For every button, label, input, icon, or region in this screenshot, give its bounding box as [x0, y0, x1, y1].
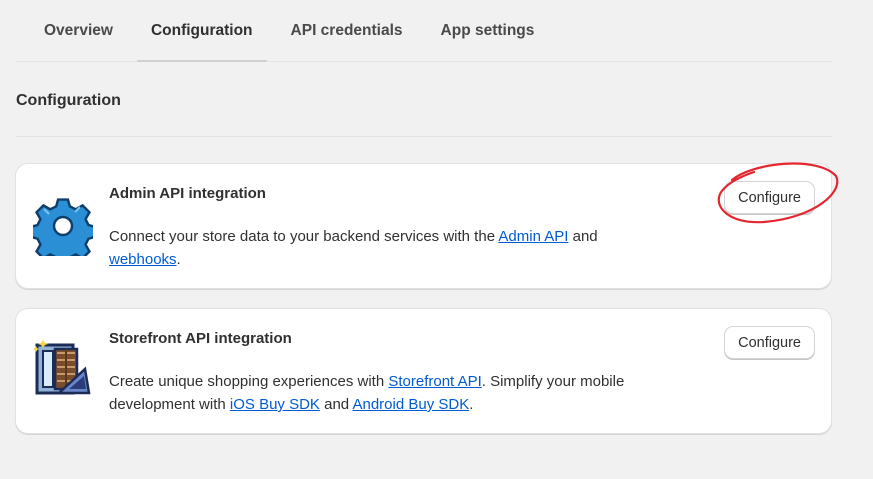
android-buy-sdk-link[interactable]: Android Buy SDK [352, 396, 469, 413]
tab-configuration[interactable]: Configuration [132, 0, 272, 62]
tab-bar: Overview Configuration API credentials A… [16, 0, 832, 62]
admin-api-description: Connect your store data to your backend … [109, 225, 669, 271]
storefront-icon [33, 339, 93, 399]
admin-configure-button[interactable]: Configure [725, 182, 814, 213]
admin-api-link[interactable]: Admin API [498, 228, 568, 245]
tab-app-settings[interactable]: App settings [422, 0, 554, 61]
storefront-api-title: Storefront API integration [109, 330, 292, 347]
gear-icon [29, 196, 97, 266]
tab-overview[interactable]: Overview [16, 0, 132, 61]
section-title: Configuration [16, 92, 121, 109]
tab-api-credentials[interactable]: API credentials [272, 0, 422, 61]
admin-api-card: Admin API integration Connect your store… [16, 164, 831, 288]
storefront-desc-text-3: and [319, 396, 353, 413]
admin-desc-text-2: and [568, 228, 598, 245]
admin-desc-text-3: . [176, 251, 181, 268]
storefront-desc-text-4: . [469, 396, 474, 413]
admin-api-title: Admin API integration [109, 185, 266, 202]
ios-buy-sdk-link[interactable]: iOS Buy SDK [230, 396, 320, 413]
storefront-api-card: Storefront API integration Create unique… [16, 309, 831, 433]
storefront-configure-button[interactable]: Configure [725, 327, 814, 358]
storefront-api-link[interactable]: Storefront API [388, 373, 481, 390]
section-divider [16, 136, 832, 137]
storefront-desc-text: Create unique shopping experiences with [109, 373, 389, 390]
admin-desc-text: Connect your store data to your backend … [109, 228, 499, 245]
webhooks-link[interactable]: webhooks [109, 251, 177, 268]
storefront-api-description: Create unique shopping experiences with … [109, 370, 669, 416]
